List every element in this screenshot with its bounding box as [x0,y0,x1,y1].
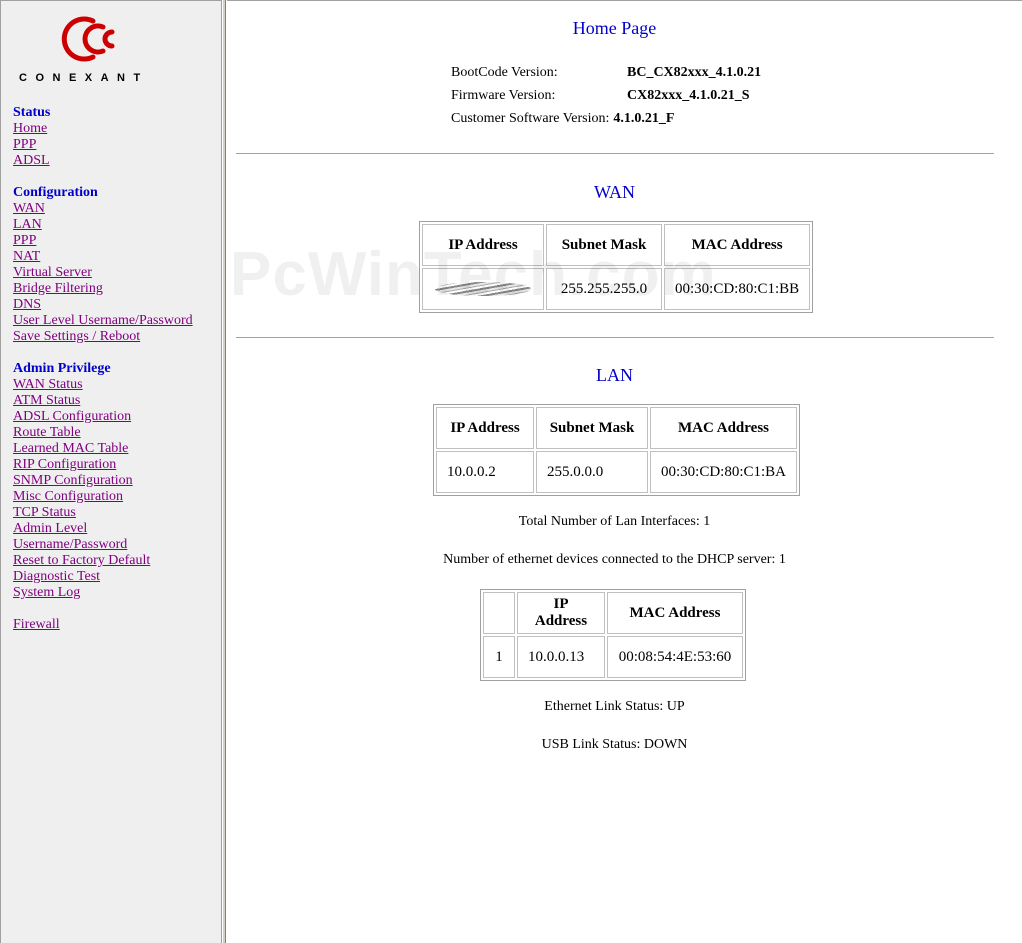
nav-link-ppp[interactable]: PPP [13,233,36,248]
page-title: Home Page [572,18,657,38]
nav-link-adsl-configuration[interactable]: ADSL Configuration [13,409,131,424]
nav-link-username-password[interactable]: Username/Password [13,537,127,552]
nav-admin-title: Admin Privilege [13,361,111,376]
nav-link-ppp-status[interactable]: PPP [13,137,36,152]
wan-header-mac: MAC Address [664,224,811,266]
wan-mac-address: 00:30:CD:80:C1:BB [664,268,811,310]
firmware-version-value: CX82xxx_4.1.0.21_S [627,88,750,103]
nav-link-home[interactable]: Home [13,121,47,136]
redacted-ip-image [435,282,531,297]
dhcp-header-mac: MAC Address [607,592,743,634]
nav-link-wan-status[interactable]: WAN Status [13,377,83,392]
usb-link-status: USB Link Status: DOWN [541,737,688,752]
nav-link-reset-factory[interactable]: Reset to Factory Default [13,553,150,568]
section-divider [236,337,994,338]
nav-link-rip-configuration[interactable]: RIP Configuration [13,457,116,472]
frame-splitter[interactable] [222,0,226,943]
customer-software-version-value: 4.1.0.21_F [613,111,675,126]
conexant-logo[interactable]: CONEXANT [17,15,185,87]
nav-link-firewall[interactable]: Firewall [13,617,60,632]
nav-link-save-reboot[interactable]: Save Settings / Reboot [13,329,140,344]
nav-link-snmp-configuration[interactable]: SNMP Configuration [13,473,133,488]
nav-link-misc-configuration[interactable]: Misc Configuration [13,489,123,504]
version-info: BootCode Version: BC_CX82xxx_4.1.0.21 Fi… [451,61,761,130]
nav-firewall-group: Firewall [13,617,60,633]
lan-header-mask: Subnet Mask [536,407,648,449]
nav-link-virtual-server[interactable]: Virtual Server [13,265,92,280]
logo-wordmark: CONEXANT [19,72,149,84]
navigation-frame: CONEXANT Status Home PPP ADSL Configurat… [0,0,222,943]
wan-table-row: 255.255.255.0 00:30:CD:80:C1:BB [422,268,811,310]
nav-link-adsl-status[interactable]: ADSL [13,153,50,168]
nav-link-admin-level[interactable]: Admin Level [13,521,87,536]
dhcp-clients-table: IP Address MAC Address 1 10.0.0.13 00:08… [480,589,746,681]
dhcp-client-ip: 10.0.0.13 [517,636,605,678]
nav-link-learned-mac-table[interactable]: Learned MAC Table [13,441,128,456]
lan-header-ip: IP Address [436,407,534,449]
wan-section-title: WAN [594,182,635,202]
lan-header-mac: MAC Address [650,407,798,449]
dhcp-header-index [483,592,515,634]
wan-ip-redacted [422,268,544,310]
nav-configuration-title: Configuration [13,185,98,200]
lan-subnet-mask: 255.0.0.0 [536,451,648,493]
nav-admin-group: Admin Privilege WAN Status ATM Status AD… [13,361,150,601]
nav-link-route-table[interactable]: Route Table [13,425,81,440]
dhcp-client-index: 1 [483,636,515,678]
nav-link-wan[interactable]: WAN [13,201,45,216]
nav-link-atm-status[interactable]: ATM Status [13,393,80,408]
nav-link-nat[interactable]: NAT [13,249,40,264]
nav-status-group: Status Home PPP ADSL [13,105,50,169]
lan-interfaces-count: Total Number of Lan Interfaces: 1 [518,514,711,529]
dhcp-table-header: IP Address MAC Address [483,592,743,634]
wan-table-header: IP Address Subnet Mask MAC Address [422,224,811,266]
dhcp-devices-count: Number of ethernet devices connected to … [443,552,786,567]
nav-link-bridge-filtering[interactable]: Bridge Filtering [13,281,103,296]
bootcode-version-row: BootCode Version: BC_CX82xxx_4.1.0.21 [451,61,761,84]
dhcp-table-row: 1 10.0.0.13 00:08:54:4E:53:60 [483,636,743,678]
lan-section-title: LAN [596,365,633,385]
nav-status-title: Status [13,105,51,120]
firmware-version-label: Firmware Version: [451,88,556,103]
customer-software-version-row: Customer Software Version: 4.1.0.21_F [451,107,761,130]
dhcp-header-ip: IP Address [517,592,605,634]
nav-link-system-log[interactable]: System Log [13,585,80,600]
nav-configuration-group: Configuration WAN LAN PPP NAT Virtual Se… [13,185,193,345]
customer-software-version-label: Customer Software Version: [451,111,610,126]
dhcp-client-mac: 00:08:54:4E:53:60 [607,636,743,678]
firmware-version-row: Firmware Version: CX82xxx_4.1.0.21_S [451,84,761,107]
lan-mac-address: 00:30:CD:80:C1:BA [650,451,798,493]
bootcode-version-label: BootCode Version: [451,65,558,80]
nav-link-lan[interactable]: LAN [13,217,42,232]
nav-link-tcp-status[interactable]: TCP Status [13,505,76,520]
lan-ip-address: 10.0.0.2 [436,451,534,493]
lan-table: IP Address Subnet Mask MAC Address 10.0.… [433,404,801,496]
lan-table-row: 10.0.0.2 255.0.0.0 00:30:CD:80:C1:BA [436,451,798,493]
nav-link-user-level-password[interactable]: User Level Username/Password [13,313,193,328]
nav-link-diagnostic-test[interactable]: Diagnostic Test [13,569,100,584]
wan-header-mask: Subnet Mask [546,224,662,266]
section-divider [236,153,994,154]
wan-table: IP Address Subnet Mask MAC Address 255.2… [419,221,814,313]
lan-table-header: IP Address Subnet Mask MAC Address [436,407,798,449]
nav-link-dns[interactable]: DNS [13,297,41,312]
wan-subnet-mask: 255.255.255.0 [546,268,662,310]
bootcode-version-value: BC_CX82xxx_4.1.0.21 [627,65,762,80]
conexant-logo-icon: CONEXANT [19,16,149,84]
ethernet-link-status: Ethernet Link Status: UP [544,699,685,714]
wan-header-ip: IP Address [422,224,544,266]
content-frame: Home Page BootCode Version: BC_CX82xxx_4… [227,0,1022,943]
